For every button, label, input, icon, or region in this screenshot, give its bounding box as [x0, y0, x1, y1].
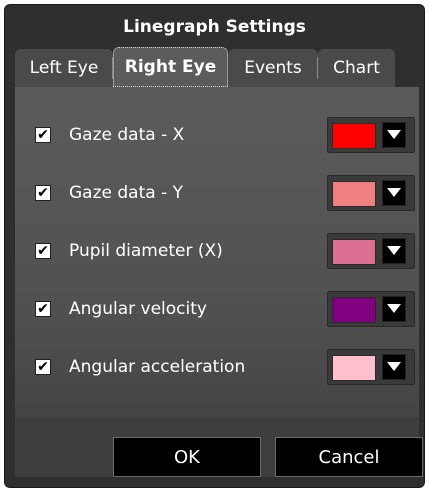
angular-acceleration-color-picker[interactable]: [327, 349, 415, 385]
gaze-y-dropdown-button[interactable]: [382, 180, 406, 206]
gaze-y-color-swatch[interactable]: [332, 181, 376, 207]
chevron-down-icon: [387, 362, 401, 371]
cancel-button[interactable]: Cancel: [275, 437, 423, 477]
angular-velocity-label: Angular velocity: [69, 299, 207, 319]
gaze-x-color-swatch[interactable]: [332, 123, 376, 149]
angular-velocity-color-swatch[interactable]: [332, 297, 376, 323]
linegraph-settings-dialog: Linegraph Settings Left Eye Right Eye Ev…: [4, 4, 425, 488]
tab-left-eye[interactable]: Left Eye: [15, 49, 113, 87]
gaze-x-checkbox[interactable]: ✔: [35, 127, 51, 143]
button-bar: OK Cancel: [15, 417, 423, 477]
gaze-x-color-picker[interactable]: [327, 117, 415, 153]
pupil-diameter-checkbox[interactable]: ✔: [35, 243, 51, 259]
settings-panel: ✔ Gaze data - X ✔ Gaze data - Y ✔ Pupil …: [15, 87, 419, 417]
gaze-y-checkbox[interactable]: ✔: [35, 185, 51, 201]
gaze-y-color-picker[interactable]: [327, 175, 415, 211]
tab-events[interactable]: Events: [228, 49, 318, 87]
gaze-y-label: Gaze data - Y: [69, 183, 183, 203]
angular-velocity-checkbox[interactable]: ✔: [35, 301, 51, 317]
gaze-x-dropdown-button[interactable]: [382, 122, 406, 148]
pupil-diameter-color-swatch[interactable]: [332, 239, 376, 265]
dialog-title: Linegraph Settings: [123, 17, 306, 37]
chevron-down-icon: [387, 130, 401, 139]
chevron-down-icon: [387, 304, 401, 313]
gaze-x-label: Gaze data - X: [69, 125, 185, 145]
chevron-down-icon: [387, 188, 401, 197]
pupil-diameter-dropdown-button[interactable]: [382, 238, 406, 264]
angular-velocity-color-picker[interactable]: [327, 291, 415, 327]
pupil-diameter-label: Pupil diameter (X): [69, 241, 223, 261]
row-gaze-x: ✔ Gaze data - X: [15, 115, 419, 155]
tab-right-eye[interactable]: Right Eye: [113, 47, 228, 87]
angular-acceleration-label: Angular acceleration: [69, 357, 246, 377]
angular-velocity-dropdown-button[interactable]: [382, 296, 406, 322]
pupil-diameter-color-picker[interactable]: [327, 233, 415, 269]
angular-acceleration-color-swatch[interactable]: [332, 355, 376, 381]
angular-acceleration-checkbox[interactable]: ✔: [35, 359, 51, 375]
row-angular-acceleration: ✔ Angular acceleration: [15, 347, 419, 387]
chevron-down-icon: [387, 246, 401, 255]
tab-bar: Left Eye Right Eye Events Chart: [15, 47, 395, 87]
ok-button[interactable]: OK: [113, 437, 261, 477]
angular-acceleration-dropdown-button[interactable]: [382, 354, 406, 380]
row-pupil-diameter: ✔ Pupil diameter (X): [15, 231, 419, 271]
row-angular-velocity: ✔ Angular velocity: [15, 289, 419, 329]
row-gaze-y: ✔ Gaze data - Y: [15, 173, 419, 213]
tab-chart[interactable]: Chart: [318, 49, 395, 87]
